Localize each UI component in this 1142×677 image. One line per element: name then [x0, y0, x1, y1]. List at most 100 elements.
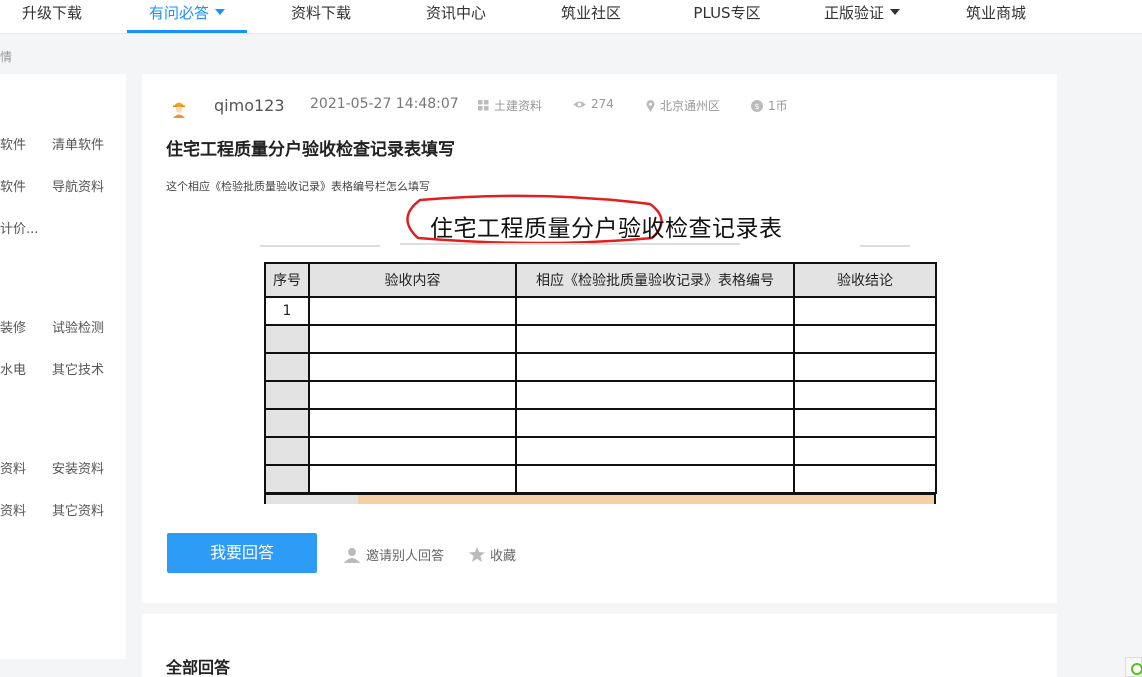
form-title: 住宅工程质量分户验收检查记录表 [430, 216, 783, 242]
status-dot-icon [1131, 663, 1142, 675]
reward-label: 1币 [768, 99, 788, 113]
sidebar-link[interactable]: 软件 [0, 134, 26, 153]
sidebar-link[interactable]: 水电 [0, 359, 26, 378]
nav-label: PLUS专区 [693, 4, 761, 22]
table-cell [793, 436, 937, 466]
nav-label: 有问必答 [148, 4, 209, 22]
table-cell [793, 352, 937, 382]
star-icon [469, 547, 485, 562]
nav-qa[interactable]: 有问必答 [127, 0, 247, 34]
top-nav: 升级下载 有问必答 资料下载 资讯中心 筑业社区 PLUS专区 正版验证 筑业商… [0, 0, 1142, 34]
favorite-label: 收藏 [490, 549, 517, 564]
sidebar-link[interactable]: 装修 [0, 317, 26, 336]
sidebar-link[interactable]: 导航资料 [52, 176, 104, 195]
breadcrumb: 情 [0, 50, 13, 64]
nav-material-download[interactable]: 资料下载 [289, 0, 353, 34]
table-cell [308, 352, 517, 382]
header-conclusion: 验收结论 [793, 262, 937, 298]
nav-label: 升级下载 [21, 4, 82, 22]
eye-icon [573, 101, 586, 107]
table-bottom-strip [264, 494, 936, 504]
views-meta: 274 [573, 97, 614, 111]
sidebar-link[interactable]: 其它技术 [52, 359, 104, 378]
favorite-link[interactable]: 收藏 [469, 545, 516, 564]
nav-label: 资料下载 [290, 4, 351, 22]
location-label: 北京通州区 [660, 99, 721, 113]
table-cell [308, 408, 517, 438]
sidebar-link[interactable]: 清单软件 [52, 134, 104, 153]
location-pin-icon [646, 99, 655, 112]
row-index [264, 464, 310, 494]
sidebar-link[interactable]: 计价... [0, 218, 38, 237]
record-form-table: 序号 验收内容 相应《检验批质量验收记录》表格编号 验收结论 1 [264, 262, 937, 494]
grid-icon [478, 100, 489, 111]
username[interactable]: qimo123 [214, 96, 285, 115]
floating-widget[interactable] [1125, 657, 1142, 677]
answer-button[interactable]: 我要回答 [167, 533, 317, 573]
table-cell [308, 296, 517, 326]
sidebar-link[interactable]: 其它资料 [52, 500, 104, 519]
table-cell [515, 296, 795, 326]
table-cell [308, 464, 517, 494]
category-meta[interactable]: 土建资料 [478, 97, 542, 114]
active-tab-indicator [127, 30, 247, 33]
question-title: 住宅工程质量分户验收检查记录表填写 [166, 140, 455, 160]
sidebar-link[interactable]: 试验检测 [52, 317, 104, 336]
invite-label: 邀请别人回答 [366, 549, 445, 564]
header-form-number: 相应《检验批质量验收记录》表格编号 [515, 262, 795, 298]
user-icon [344, 547, 360, 563]
nav-upgrade-download[interactable]: 升级下载 [20, 0, 84, 34]
nav-label: 筑业社区 [560, 4, 621, 22]
nav-license-verify[interactable]: 正版验证 [821, 0, 903, 34]
invite-answer-link[interactable]: 邀请别人回答 [343, 545, 444, 564]
nav-community[interactable]: 筑业社区 [559, 0, 623, 34]
sidebar-link[interactable]: 资料 [0, 458, 26, 477]
faint-rule [260, 243, 910, 247]
table-cell [515, 436, 795, 466]
table-cell [793, 324, 937, 354]
table-cell [793, 408, 937, 438]
table-cell [515, 464, 795, 494]
answers-title: 全部回答 [166, 658, 231, 677]
post-timestamp: 2021-05-27 14:48:07 [310, 96, 459, 112]
row-index [264, 380, 310, 410]
avatar[interactable] [170, 98, 188, 118]
location-meta: 北京通州区 [646, 97, 720, 114]
views-count: 274 [591, 97, 614, 111]
sidebar-link[interactable]: 资料 [0, 500, 26, 519]
svg-text:$: $ [754, 102, 759, 111]
table-cell [515, 324, 795, 354]
nav-mall[interactable]: 筑业商城 [964, 0, 1028, 34]
chevron-down-icon [215, 9, 225, 15]
left-sidebar: 软件 清单软件 软件 导航资料 计价... 装修 试验检测 水电 其它技术 资料… [0, 74, 126, 659]
table-cell [515, 408, 795, 438]
reward-meta: $ 1币 [751, 97, 788, 114]
question-image[interactable]: 住宅工程质量分户验收检查记录表 序号 验收内容 相应《检验批质量验收记录》表格编… [260, 194, 940, 504]
header-index: 序号 [264, 262, 310, 298]
row-index: 1 [264, 296, 310, 326]
sidebar-link[interactable]: 安装资料 [52, 458, 104, 477]
table-cell [308, 436, 517, 466]
row-index [264, 408, 310, 438]
nav-label: 筑业商城 [965, 4, 1026, 22]
table-cell [793, 464, 937, 494]
nav-label: 资讯中心 [425, 4, 486, 22]
nav-plus-zone[interactable]: PLUS专区 [691, 0, 763, 34]
row-index [264, 324, 310, 354]
answers-card: 全部回答 [142, 614, 1057, 677]
coin-icon: $ [751, 99, 763, 112]
table-cell [515, 352, 795, 382]
nav-news-center[interactable]: 资讯中心 [424, 0, 488, 34]
row-index [264, 436, 310, 466]
chevron-down-icon [890, 9, 900, 15]
table-cell [308, 380, 517, 410]
question-card: qimo123 2021-05-27 14:48:07 土建资料 274 北京通… [142, 74, 1057, 603]
header-content: 验收内容 [308, 262, 517, 298]
row-index [264, 352, 310, 382]
table-cell [308, 324, 517, 354]
category-label: 土建资料 [494, 99, 543, 113]
nav-label: 正版验证 [823, 4, 884, 22]
sidebar-link[interactable]: 软件 [0, 176, 26, 195]
table-cell [515, 380, 795, 410]
question-description: 这个相应《检验批质量验收记录》表格编号栏怎么填写 [166, 180, 430, 193]
